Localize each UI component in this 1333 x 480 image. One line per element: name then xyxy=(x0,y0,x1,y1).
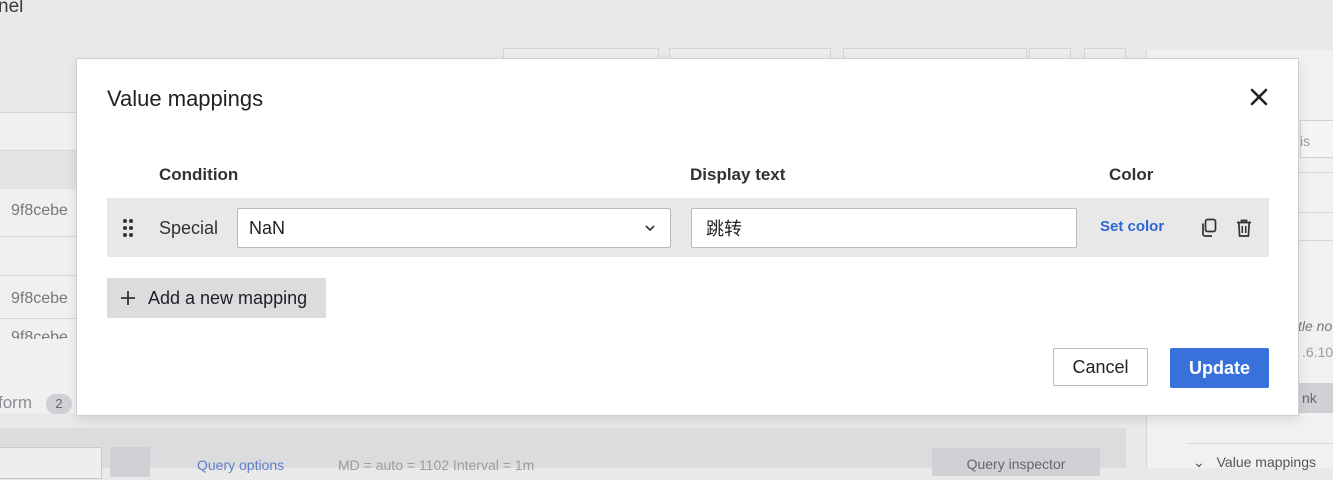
table-header xyxy=(0,150,76,189)
select-value: NaN xyxy=(249,218,286,238)
display-text-column-header: Display text xyxy=(690,165,786,184)
datasource-help-button xyxy=(110,447,150,477)
mapping-type-label: Special xyxy=(159,218,219,238)
close-icon xyxy=(1250,88,1268,106)
condition-column-header: Condition xyxy=(159,165,239,184)
table-cell: 9f8cebe xyxy=(11,329,68,339)
delete-button[interactable] xyxy=(1235,218,1253,238)
table-cell: 9f8cebe xyxy=(11,202,68,219)
table-cell: 9f8cebe xyxy=(11,290,68,307)
table-divider xyxy=(0,275,76,276)
color-column-header: Color xyxy=(1109,165,1154,184)
copy-icon xyxy=(1202,218,1217,237)
drag-handle-icon xyxy=(123,219,133,237)
options-divider xyxy=(1188,443,1333,444)
table-divider xyxy=(0,236,76,237)
table-divider xyxy=(0,318,76,319)
drag-handle[interactable] xyxy=(121,218,135,238)
close-button[interactable] xyxy=(1247,85,1271,109)
add-mapping-label: Add a new mapping xyxy=(148,288,308,308)
special-condition-select[interactable]: NaN xyxy=(237,208,671,248)
mapping-row: Special NaN Set color xyxy=(107,198,1269,257)
plus-icon xyxy=(121,291,135,305)
datasource-picker xyxy=(0,447,102,479)
query-options-link: Query options xyxy=(197,457,285,473)
display-text-input[interactable] xyxy=(691,208,1077,248)
chevron-down-icon xyxy=(645,225,655,232)
value-mappings-modal: Value mappings Condition Display text Co… xyxy=(76,58,1299,416)
set-color-button[interactable]: Set color xyxy=(1100,218,1164,235)
cancel-button[interactable]: Cancel xyxy=(1053,348,1148,386)
options-fragment: nk xyxy=(1302,390,1317,406)
options-fragment: .6.10 xyxy=(1302,344,1333,360)
options-fragment: tle no xyxy=(1298,318,1333,334)
modal-title: Value mappings xyxy=(107,86,264,111)
trash-icon xyxy=(1237,219,1251,237)
query-inspector-button: Query inspector xyxy=(932,448,1100,476)
value-mappings-section: ⌄ Value mappings xyxy=(1193,454,1316,471)
update-button[interactable]: Update xyxy=(1170,348,1269,388)
query-meta: MD = auto = 1102 Interval = 1m xyxy=(338,457,535,473)
transform-tab-label: form xyxy=(0,393,32,412)
transform-count-badge: 2 xyxy=(46,394,72,414)
options-fragment: is xyxy=(1300,133,1311,149)
duplicate-button[interactable] xyxy=(1200,218,1218,238)
add-mapping-button[interactable]: Add a new mapping xyxy=(107,278,326,318)
panel-title-fragment: nel xyxy=(0,0,24,17)
